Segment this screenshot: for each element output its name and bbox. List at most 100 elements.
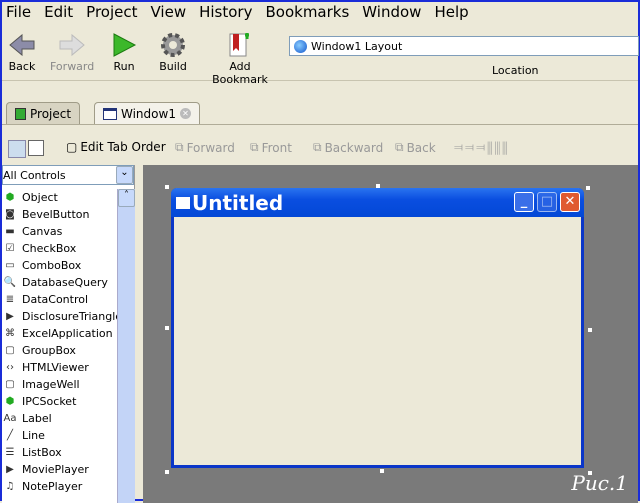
control-icon: ‹›: [6, 362, 14, 373]
control-icon: ⬢: [5, 396, 15, 407]
control-item[interactable]: ▬ Canvas: [2, 223, 135, 240]
bring-forward-icon: ⧉: [175, 140, 184, 154]
maximize-icon[interactable]: □: [537, 192, 557, 212]
forward-order-button[interactable]: ⧉ Forward: [175, 140, 235, 155]
control-item[interactable]: ◙ BevelButton: [2, 206, 135, 223]
bookmark-add-icon: [202, 30, 278, 60]
run-button[interactable]: Run: [110, 30, 138, 73]
close-icon[interactable]: ✕: [560, 192, 580, 212]
control-item[interactable]: ▶ DisclosureTriangle: [2, 308, 135, 325]
control-icon: 🔍: [3, 277, 17, 288]
resize-handle[interactable]: [165, 185, 169, 189]
control-icon: ▭: [5, 260, 15, 271]
resize-handle[interactable]: [380, 469, 384, 473]
front-order-button[interactable]: ⧉ Front: [250, 140, 292, 155]
control-icon: ▢: [5, 379, 15, 390]
control-item[interactable]: ☰ ListBox: [2, 444, 135, 461]
resize-handle[interactable]: [165, 326, 169, 330]
back-order-button[interactable]: ⧉ Back: [395, 140, 436, 155]
menu-window[interactable]: Window: [358, 2, 430, 24]
control-item[interactable]: ╱ Line: [2, 427, 135, 444]
code-view-button[interactable]: [28, 140, 44, 156]
control-item[interactable]: 🔍 DatabaseQuery: [2, 274, 135, 291]
project-icon: [15, 107, 26, 120]
control-icon: ♫: [5, 481, 15, 492]
chevron-down-icon[interactable]: ⌄: [116, 166, 133, 184]
main-toolbar: Back Forward Run Build Add Bookmark Wind…: [2, 26, 639, 86]
controls-filter-select[interactable]: All Controls ⌄: [2, 165, 134, 185]
tab-project[interactable]: Project: [6, 102, 81, 124]
add-bookmark-button[interactable]: Add Bookmark: [202, 30, 278, 86]
backward-order-button[interactable]: ⧉ Backward: [313, 140, 383, 155]
edit-tab-order-button[interactable]: ▢ Edit Tab Order: [66, 140, 166, 154]
minimize-icon[interactable]: _: [514, 192, 534, 212]
tab-bar: Project Window1 ✕: [2, 100, 638, 125]
menu-file[interactable]: File: [2, 2, 40, 24]
menu-project[interactable]: Project: [82, 2, 146, 24]
menu-view[interactable]: View: [147, 2, 196, 24]
layout-toolbar: ▢ Edit Tab Order ⧉ Forward ⧉ Front ⧉ Backwar…: [2, 136, 638, 162]
control-item[interactable]: Aa Label: [2, 410, 135, 427]
control-icon: ◙: [5, 209, 15, 220]
resize-handle[interactable]: [165, 470, 169, 474]
menu-help[interactable]: Help: [430, 2, 477, 24]
bring-front-icon: ⧉: [250, 140, 259, 154]
control-icon: ▬: [5, 226, 15, 237]
menu-edit[interactable]: Edit: [40, 2, 82, 24]
control-item[interactable]: ▢ GroupBox: [2, 342, 135, 359]
menu-history[interactable]: History: [195, 2, 261, 24]
control-item[interactable]: ▭ ComboBox: [2, 257, 135, 274]
control-icon: Aa: [3, 413, 17, 424]
menu-bookmarks[interactable]: Bookmarks: [261, 2, 358, 24]
close-tab-icon[interactable]: ✕: [179, 108, 191, 119]
control-item[interactable]: ♫ NotePlayer: [2, 478, 135, 495]
location-field[interactable]: Window1 Layout: [289, 36, 639, 56]
location-label: Location: [492, 64, 539, 77]
control-icon: ⬢: [5, 192, 15, 203]
control-icon: ☰: [5, 447, 15, 458]
control-item[interactable]: ▢ ImageWell: [2, 376, 135, 393]
gear-icon: [157, 30, 189, 60]
window-titlebar: Untitled _ □ ✕: [171, 188, 584, 217]
window-preview[interactable]: Untitled _ □ ✕: [171, 188, 584, 468]
align-icons: ⫤⫤⫤⫼⫼⫼: [454, 140, 510, 154]
play-icon: [110, 30, 138, 60]
control-icon: ▢: [5, 345, 15, 356]
layout-icon: [8, 140, 26, 158]
back-button[interactable]: Back: [6, 30, 38, 73]
forward-arrow-icon: [50, 30, 94, 60]
control-item[interactable]: ⌘ ExcelApplication: [2, 325, 135, 342]
globe-icon: [294, 39, 307, 53]
resize-handle[interactable]: [588, 328, 592, 332]
build-button[interactable]: Build: [157, 30, 189, 73]
align-buttons[interactable]: ⫤⫤⫤⫼⫼⫼: [454, 140, 510, 155]
scroll-up-icon[interactable]: ˄: [118, 189, 135, 207]
control-icon: ╱: [6, 430, 14, 441]
figure-caption: Рис.1: [571, 471, 628, 495]
control-item[interactable]: ▶ MoviePlayer: [2, 461, 135, 478]
tab-window1[interactable]: Window1 ✕: [94, 102, 200, 124]
send-back-icon: ⧉: [395, 140, 404, 154]
document-icon: [28, 140, 44, 156]
control-item[interactable]: ☑ CheckBox: [2, 240, 135, 257]
controls-panel: All Controls ⌄ ˄ ⬢ Object ◙ BevelButton ▬ Can…: [2, 165, 135, 503]
scrollbar[interactable]: ˄: [117, 189, 135, 503]
control-icon: ⌘: [5, 328, 15, 339]
control-item[interactable]: ⬢ IPCSocket: [2, 393, 135, 410]
forward-button[interactable]: Forward: [50, 30, 94, 73]
layout-canvas[interactable]: Untitled _ □ ✕ Рис.1: [143, 165, 638, 503]
menu-bar: File Edit Project View History Bookmarks…: [2, 2, 638, 24]
control-icon: ≣: [5, 294, 15, 305]
control-item[interactable]: ≣ DataControl: [2, 291, 135, 308]
controls-list: ˄ ⬢ Object ◙ BevelButton ▬ Canvas ☑ CheckBox ▭ Co…: [2, 189, 135, 503]
control-item[interactable]: ‹› HTMLViewer: [2, 359, 135, 376]
control-icon: ▶: [6, 464, 14, 475]
window-icon: [176, 196, 190, 209]
window-icon: [103, 107, 117, 120]
control-item[interactable]: ⬢ Object: [2, 189, 135, 206]
resize-handle[interactable]: [586, 186, 590, 190]
back-arrow-icon: [6, 30, 38, 60]
control-icon: ▶: [6, 311, 14, 322]
layout-view-button[interactable]: [8, 140, 26, 158]
control-icon: ☑: [5, 243, 15, 254]
